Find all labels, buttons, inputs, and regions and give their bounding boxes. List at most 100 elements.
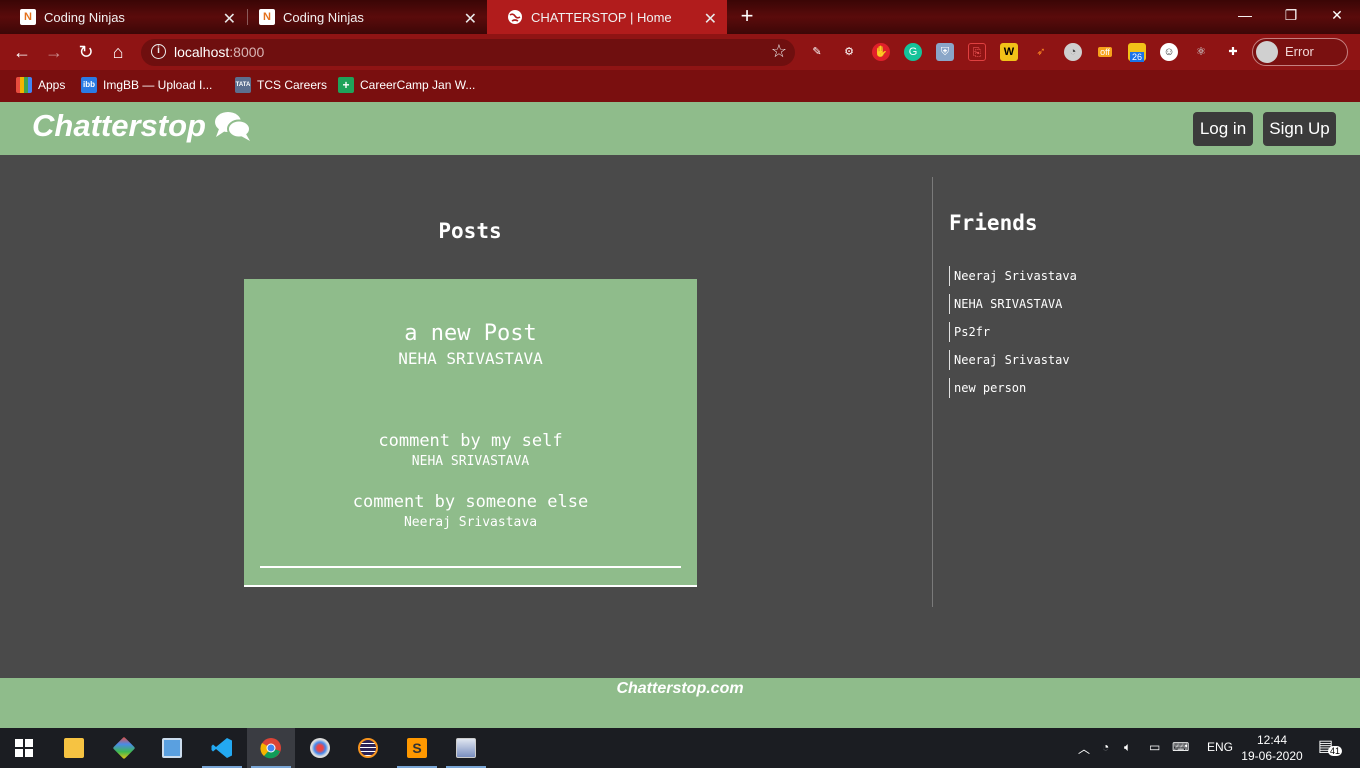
friends-heading: Friends [949,211,1038,235]
site-navbar: Chatterstop Log in Sign Up [0,102,1360,155]
post-author: NEHA SRIVASTAVA [398,349,543,368]
comment-author: NEHA SRIVASTAVA [411,454,530,469]
profile-button[interactable]: Error [1252,38,1348,66]
brand-name: Chatterstop [32,108,206,143]
tab-title: Coding Ninjas [283,9,364,25]
sublime-icon: S [407,738,427,758]
control-panel-icon [162,738,182,758]
adblock-extension-icon[interactable]: ✋ [872,43,890,61]
post-content: a new Post [404,321,537,346]
smiley-extension-icon[interactable]: ☺ [1160,43,1178,61]
eclipse-app[interactable] [344,728,392,768]
tab-chatterstop-home[interactable]: CHATTERSTOP | Home ✕ [487,0,727,34]
wifi-icon[interactable]: ◔ [1102,740,1109,754]
eclipse-icon [358,738,378,758]
language-indicator[interactable]: ENG [1207,740,1233,754]
login-button[interactable]: Log in [1193,112,1253,146]
chevron-up-icon[interactable]: ︿ [1078,740,1090,757]
site-info-icon[interactable]: i [151,44,166,59]
coding-ninjas-favicon-icon: N [20,9,36,25]
bookmark-star-icon[interactable]: ☆ [771,41,787,62]
w-extension-icon[interactable]: W [1000,43,1018,61]
control-panel-app[interactable] [148,728,196,768]
offer-extension-icon[interactable]: off [1096,43,1114,61]
bookmark-imgbb[interactable]: ibb ImgBB — Upload I... [81,77,212,93]
clock-time: 12:44 [1256,733,1288,747]
chrome-app[interactable] [247,728,295,768]
close-tab-icon[interactable]: ✕ [704,9,717,29]
home-icon[interactable]: ⌂ [106,40,130,64]
tab-strip: N Coding Ninjas ✕ N Coding Ninjas ✕ CHAT… [0,0,1360,34]
notification-center-icon[interactable]: ▤ 41 [1318,736,1343,758]
keyboard-icon[interactable]: ⌨ [1172,740,1189,754]
bookmark-careercamp[interactable]: + CareerCamp Jan W... [338,77,475,93]
notification-count: 41 [1328,746,1343,756]
comment-author: Neeraj Srivastava [403,515,538,530]
apps-grid-icon [16,77,32,93]
fox-extension-icon[interactable]: ➶ [1032,43,1050,61]
image-file-icon [456,738,476,758]
tab-title: Coding Ninjas [44,9,125,25]
tab-coding-ninjas-2[interactable]: N Coding Ninjas ✕ [239,0,487,34]
profile-label: Error [1285,44,1314,59]
battery-icon[interactable]: ▭ [1149,740,1160,754]
clock[interactable]: 12:44 19-06-2020 [1238,732,1306,764]
posts-heading: Posts [438,219,502,243]
sublime-app[interactable]: S [393,728,441,768]
bookmark-apps[interactable]: Apps [16,77,65,93]
friend-link[interactable]: Neeraj Srivastav [949,350,1070,370]
compass-extension-icon[interactable]: ◔ [1064,43,1082,61]
imgbb-icon: ibb [81,77,97,93]
new-tab-plus-icon[interactable]: + [734,5,760,29]
brand-logo[interactable]: Chatterstop [32,108,252,144]
file-explorer-app[interactable] [50,728,98,768]
react-extension-icon[interactable]: ⚛ [1192,43,1210,61]
chat-bubbles-icon [214,112,251,141]
main-content: Posts a new Post NEHA SRIVASTAVA comment… [0,155,1360,678]
signup-button[interactable]: Sign Up [1263,112,1336,146]
grammarly-extension-icon[interactable]: G [904,43,922,61]
comment-text: comment by my self [378,431,563,451]
minimize-icon[interactable]: — [1222,0,1268,30]
gear-extension-icon[interactable]: ⚙ [840,43,858,61]
pdf-extension-icon[interactable]: ⎘ [968,43,986,61]
clock-date: 19-06-2020 [1241,749,1303,763]
tab-title: CHATTERSTOP | Home [531,9,672,25]
image-viewer-app[interactable] [442,728,490,768]
git-app[interactable] [100,728,148,768]
bookmark-tcs-careers[interactable]: TATA TCS Careers [235,77,327,93]
friend-link[interactable]: new person [949,378,1026,398]
chrome-icon [260,738,281,759]
paint-app[interactable] [296,728,344,768]
pen-extension-icon[interactable]: ✎ [808,43,826,61]
calendar-extension-icon[interactable]: 26 [1128,43,1146,62]
git-diamond-icon [112,736,136,760]
shield-extension-icon[interactable]: ⛨ [936,43,954,61]
vscode-app[interactable] [198,728,246,768]
windows-logo-icon [15,739,33,757]
reload-icon[interactable]: ↻ [74,40,98,64]
forward-arrow-icon[interactable]: → [42,40,66,64]
post-card: a new Post NEHA SRIVASTAVA comment by my… [244,279,697,587]
address-bar[interactable]: i localhost:8000 ☆ [141,39,795,66]
palette-icon [310,738,330,758]
footer-text: Chatterstop.com [616,680,744,697]
volume-icon[interactable]: 🔈︎ [1124,740,1131,755]
close-tab-icon[interactable]: ✕ [464,9,477,29]
back-arrow-icon[interactable]: ← [10,40,34,64]
friend-link[interactable]: Neeraj Srivastava [949,266,1077,286]
tab-coding-ninjas-1[interactable]: N Coding Ninjas ✕ [0,0,246,34]
post-divider [260,566,681,568]
column-divider [932,177,933,607]
close-tab-icon[interactable]: ✕ [223,9,236,29]
friend-link[interactable]: NEHA SRIVASTAVA [949,294,1062,314]
windows-taskbar: S ︿ ◔ 🔈︎ ▭ ⌨ ENG 12:44 19-06-2020 ▤ 41 [0,728,1360,768]
folder-icon [64,738,84,758]
friend-link[interactable]: Ps2fr [949,322,990,342]
restore-icon[interactable]: ❐ [1268,0,1314,30]
globe-favicon-icon [507,9,523,25]
close-window-icon[interactable]: ✕ [1314,0,1360,30]
puzzle-extensions-icon[interactable]: ✚ [1224,43,1242,61]
vscode-icon [211,738,232,758]
start-button[interactable] [0,728,48,768]
